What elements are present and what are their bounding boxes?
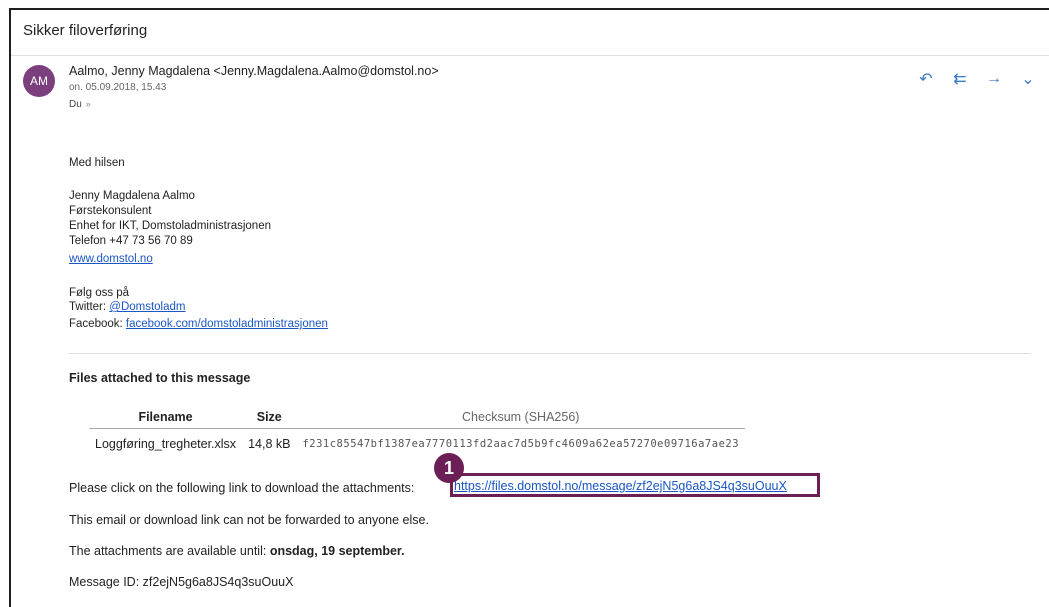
size-header: Size <box>242 410 297 429</box>
twitter-label: Twitter: <box>69 301 110 313</box>
download-instruction: Please click on the following link to do… <box>69 481 415 495</box>
file-size: 14,8 kB <box>248 437 291 451</box>
signature-title: Førstekonsulent <box>69 205 152 217</box>
facebook-line: Facebook: facebook.com/domstoladministra… <box>69 317 328 331</box>
filename-header: Filename <box>89 410 243 429</box>
forward-icon[interactable]: → <box>983 70 1005 88</box>
recipient-line[interactable]: Du » <box>69 99 91 110</box>
message-id: Message ID: zf2ejN5g6a8JS4q3suOuuX <box>69 575 294 589</box>
more-chevron-icon[interactable]: ⌄ <box>1017 70 1039 88</box>
follow-label: Følg oss på <box>69 287 130 299</box>
email-reading-pane: Sikker filoverføring AM Aalmo, Jenny Mag… <box>9 8 1049 607</box>
availability-line: The attachments are available until: ons… <box>69 544 405 558</box>
sent-date: on. 05.09.2018, 15.43 <box>69 82 167 93</box>
greeting: Med hilsen <box>69 157 125 169</box>
signature-phone: Telefon +47 73 56 70 89 <box>69 235 193 247</box>
checksum-header: Checksum (SHA256) <box>296 410 746 429</box>
reply-all-icon[interactable]: ⇇ <box>949 70 971 88</box>
sender-avatar[interactable]: AM <box>23 65 55 97</box>
recipient-label: Du <box>69 99 82 110</box>
no-forward-notice: This email or download link can not be f… <box>69 513 429 527</box>
download-link[interactable]: https://files.domstol.no/message/zf2ejN5… <box>454 479 787 493</box>
table-row: Loggføring_tregheter.xlsx 14,8 kB f231c8… <box>89 429 745 451</box>
content-divider <box>69 353 1031 354</box>
message-actions: ↶ ⇇ → ⌄ <box>915 70 1039 88</box>
callout-marker: 1 <box>434 453 464 483</box>
files-section-title: Files attached to this message <box>69 371 251 385</box>
facebook-link[interactable]: facebook.com/domstoladministrasjonen <box>126 318 328 330</box>
file-name: Loggføring_tregheter.xlsx <box>95 437 237 451</box>
twitter-link[interactable]: @Domstoladm <box>109 301 185 313</box>
expand-recipients-icon[interactable]: » <box>86 99 91 109</box>
reply-icon[interactable]: ↶ <box>915 70 937 88</box>
signature-website: www.domstol.no <box>69 252 153 266</box>
sender-name[interactable]: Aalmo, Jenny Magdalena <Jenny.Magdalena.… <box>69 64 439 78</box>
website-link[interactable]: www.domstol.no <box>69 253 153 265</box>
signature-name: Jenny Magdalena Aalmo <box>69 190 195 202</box>
email-subject: Sikker filoverføring <box>23 22 148 39</box>
availability-date: onsdag, 19 september. <box>269 544 405 558</box>
availability-label: The attachments are available until: <box>69 544 270 558</box>
signature-unit: Enhet for IKT, Domstoladministrasjonen <box>69 220 271 232</box>
attachments-table: Filename Size Checksum (SHA256) Loggføri… <box>89 410 746 451</box>
subject-divider <box>11 55 1049 56</box>
facebook-label: Facebook: <box>69 318 126 330</box>
twitter-line: Twitter: @Domstoladm <box>69 300 186 314</box>
file-checksum: f231c85547bf1387ea7770113fd2aac7d5b9fc46… <box>302 438 740 450</box>
